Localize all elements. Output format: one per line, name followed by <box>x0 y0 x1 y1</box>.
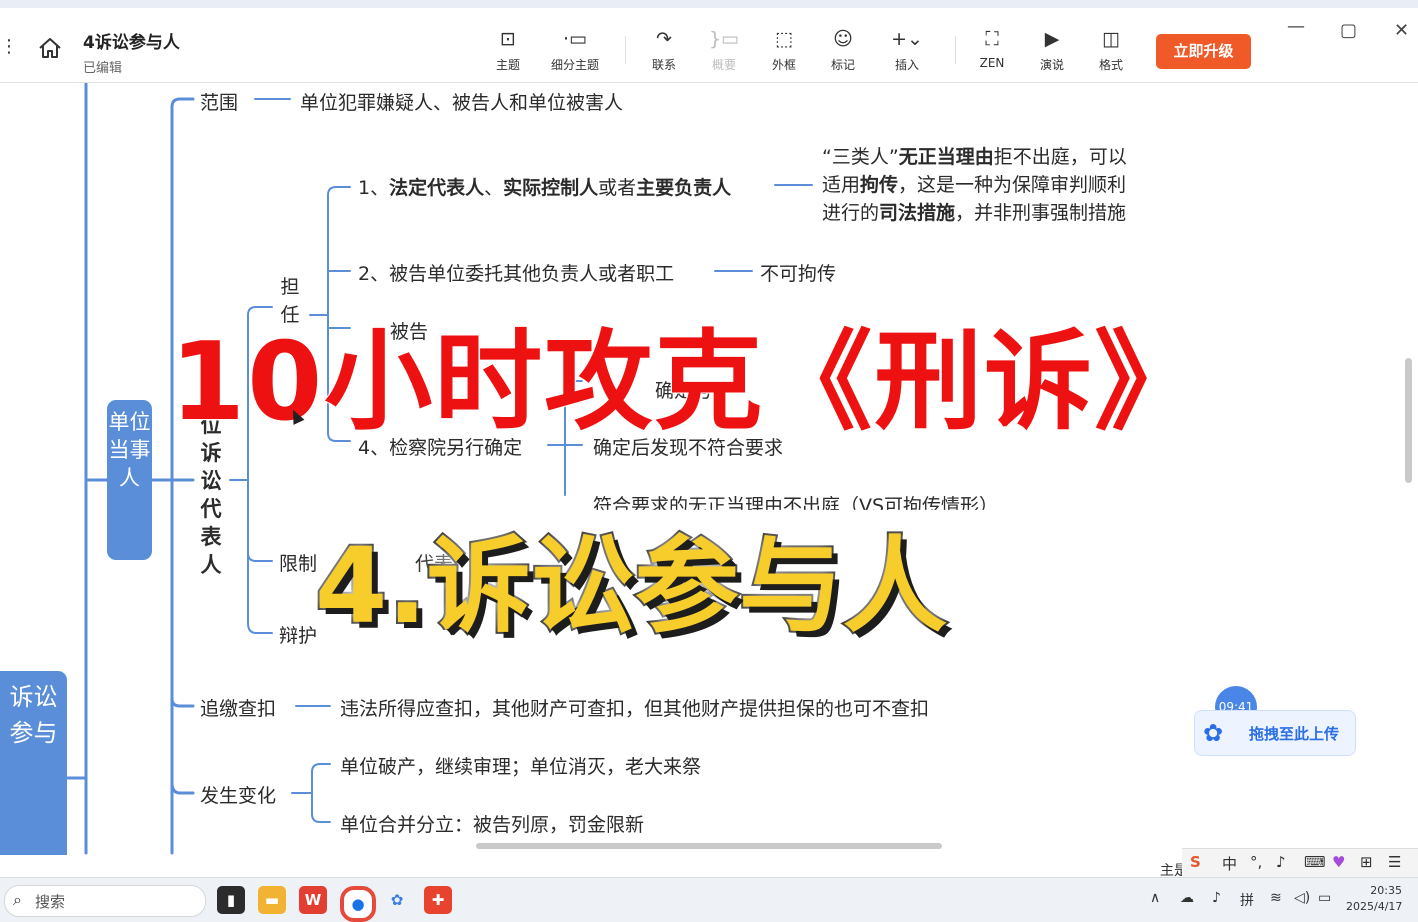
skin-icon[interactable]: ♥ <box>1332 853 1345 871</box>
active-app-icon[interactable]: ✚ <box>424 886 452 914</box>
keyboard-icon[interactable]: ⌨ <box>1304 853 1326 871</box>
format-icon: ◫ <box>1102 28 1120 50</box>
horizontal-scrollbar[interactable] <box>476 843 942 849</box>
topic-item-2[interactable]: 2、被告单位委托其他负责人或者职工 <box>358 259 674 286</box>
ime-language-toggle[interactable]: 中 <box>1222 853 1237 874</box>
file-explorer-icon[interactable]: ▬ <box>258 886 286 914</box>
boundary-icon: ⬚ <box>775 28 793 50</box>
root-topic[interactable]: 诉讼参与 <box>0 671 67 855</box>
toolbar-pitch-button[interactable]: ▶ 演说 <box>1020 26 1084 73</box>
vertical-scrollbar[interactable] <box>1405 358 1412 483</box>
title-bar: ⋮ 4诉讼参与人 已编辑 ⊡ 主题 ·▭ 细分主题 ↷ 联系}▭ 概要 ⬚ 外框 ☺ 标记 +⌄ 插入 ⛶… <box>0 8 1418 83</box>
toolbar-topic-button[interactable]: ⊡ 主题 <box>476 26 540 73</box>
chrome-icon[interactable]: ● <box>340 886 376 922</box>
overlay-headline: 10小时攻克《刑诉》 <box>169 319 1205 446</box>
wps-office-icon[interactable]: W <box>299 886 327 914</box>
overlay-subtitle: 4.诉讼参与人 <box>313 523 949 649</box>
topic-item-1-note[interactable]: “三类人”无正当理由拒不出庭，可以 适用拘传，这是一种为保障审判顺利 进行的司法… <box>822 143 1127 227</box>
input-method-icon[interactable]: 拼 <box>1240 890 1254 910</box>
relation-icon: ↷ <box>656 28 672 50</box>
toolbar-subtopic-button[interactable]: ·▭ 细分主题 <box>543 26 607 73</box>
branch-topic-unit-party[interactable]: 单位当事人 <box>107 400 152 560</box>
toolbar-divider <box>955 36 956 64</box>
toolbar-divider <box>625 36 626 64</box>
toolbar-boundary-button[interactable]: ⬚ 外框 <box>752 26 816 73</box>
battery-icon[interactable]: ▭ <box>1318 890 1331 906</box>
topic-recover[interactable]: 追缴查扣 <box>200 694 276 721</box>
wifi-icon[interactable]: ≋ <box>1270 890 1282 906</box>
toolbar-format-button[interactable]: ◫ 格式 <box>1079 26 1143 73</box>
close-icon[interactable]: ✕ <box>1394 20 1409 41</box>
cloud-sync-icon[interactable]: ☁ <box>1180 890 1194 906</box>
system-clock[interactable]: 20:35 2025/4/17 <box>1346 883 1402 915</box>
home-icon[interactable] <box>36 34 64 62</box>
topic-scope[interactable]: 范围 <box>200 88 238 115</box>
upgrade-button[interactable]: 立即升级 <box>1156 34 1251 69</box>
maximize-icon[interactable]: ▢ <box>1340 20 1357 41</box>
ime-menu-icon[interactable]: ☰ <box>1388 853 1401 871</box>
taskbar-search[interactable]: ⌕ 搜索 <box>4 885 206 917</box>
zen-icon: ⛶ <box>985 28 999 50</box>
toolbox-icon[interactable]: ⊞ <box>1360 853 1373 871</box>
subtopic-icon: ·▭ <box>563 28 587 50</box>
topic-change-item-2[interactable]: 单位合并分立：被告列原，罚金限新 <box>340 810 644 837</box>
taskview-app-icon[interactable]: ▮ <box>217 886 245 914</box>
sogou-icon[interactable]: S <box>1190 853 1201 871</box>
tray-expand-icon[interactable]: ∧ <box>1150 890 1160 906</box>
topic-item-1[interactable]: 1、法定代表人、实际控制人或者主要负责人 <box>358 173 731 200</box>
topic-scope-value[interactable]: 单位犯罪嫌疑人、被告人和单位被害人 <box>300 88 623 115</box>
insert-icon: +⌄ <box>891 28 923 50</box>
upload-drop-button[interactable]: ✿ 拖拽至此上传 <box>1194 710 1356 756</box>
punctuation-icon[interactable]: °, <box>1250 853 1262 871</box>
xmind-taskbar-icon[interactable]: ✿ <box>383 886 411 914</box>
toolbar-insert-button[interactable]: +⌄ 插入 <box>875 26 939 73</box>
toolbar-summary-button[interactable]: }▭ 概要 <box>692 26 756 73</box>
topic-icon: ⊡ <box>500 28 516 50</box>
document-title: 4诉讼参与人 <box>83 33 180 53</box>
topic-item-2-result[interactable]: 不可拘传 <box>760 259 836 286</box>
search-icon: ⌕ <box>13 890 22 909</box>
summary-icon: }▭ <box>708 28 740 50</box>
microphone-icon[interactable]: ♪ <box>1276 853 1286 871</box>
toolbar-relation-button[interactable]: ↷ 联系 <box>632 26 696 73</box>
ime-toolbar[interactable]: S 中 °, ♪ ⌨ ♥ ⊞ ☰ <box>1182 848 1418 877</box>
menu-icon[interactable]: ⋮ <box>0 36 18 57</box>
volume-icon[interactable]: ◁) <box>1294 890 1310 906</box>
taskbar: ⌕ 搜索 ▮ ▬ W ● ✿ ✚ ∧ ☁ ♪ 拼 ≋ ◁) ▭ 20:35 20… <box>0 877 1418 922</box>
tray-microphone-icon[interactable]: ♪ <box>1212 890 1221 906</box>
cloud-upload-icon: ✿ <box>1203 719 1224 747</box>
toolbar-marker-button[interactable]: ☺ 标记 <box>811 26 875 73</box>
topic-defense[interactable]: 辩护 <box>279 621 317 648</box>
window-top-strip <box>0 0 1418 8</box>
topic-change-item-1[interactable]: 单位破产，继续审理；单位消灭，老大来祭 <box>340 752 701 779</box>
toolbar-zen-button[interactable]: ⛶ ZEN <box>960 26 1024 70</box>
marker-icon: ☺ <box>833 28 853 50</box>
document-status: 已编辑 <box>83 61 123 76</box>
pitch-icon: ▶ <box>1044 28 1060 50</box>
topic-change[interactable]: 发生变化 <box>200 781 276 808</box>
minimize-icon[interactable]: — <box>1287 16 1305 37</box>
topic-limit[interactable]: 限制 <box>279 549 317 576</box>
topic-recover-value[interactable]: 违法所得应查扣，其他财产可查扣，但其他财产提供担保的也可不查扣 <box>340 694 929 721</box>
